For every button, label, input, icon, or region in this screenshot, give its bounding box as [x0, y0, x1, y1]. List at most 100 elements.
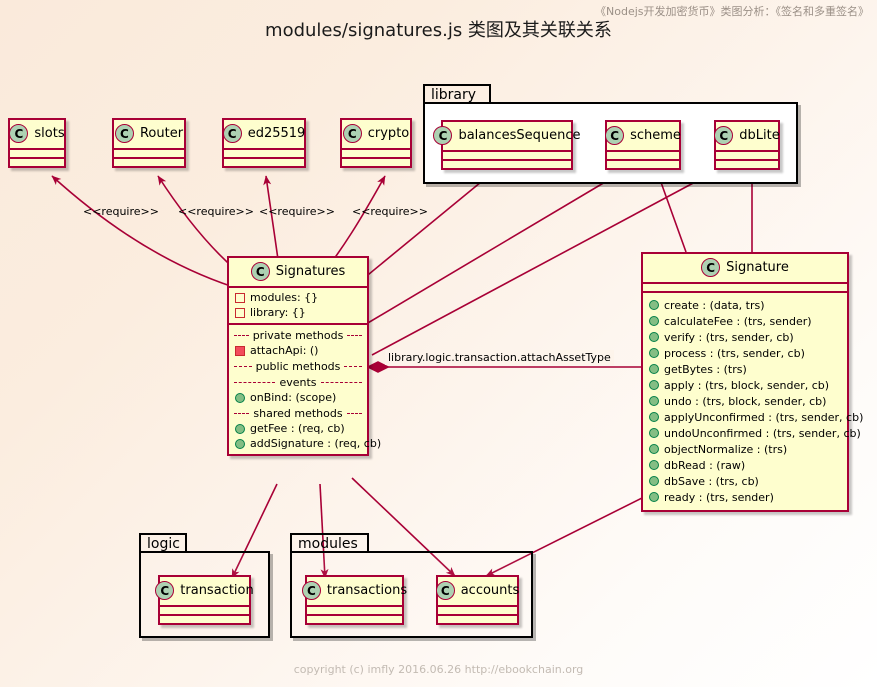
- class-router-title: C Router: [114, 120, 184, 148]
- operations-compartment: [160, 616, 249, 623]
- operations-compartment: [443, 161, 571, 168]
- divider-line: [347, 334, 363, 336]
- method-label: objectNormalize : (trs): [664, 442, 788, 456]
- operations-compartment: [10, 159, 64, 166]
- attribute-row: modules: {}: [229, 290, 367, 305]
- method-label: undo : (trs, block, sender, cb): [664, 394, 827, 408]
- class-transactions[interactable]: C transactions: [301, 575, 407, 625]
- package-logic-tab: logic: [139, 533, 187, 553]
- class-transaction[interactable]: C transaction: [155, 575, 254, 625]
- package-modules-tab: modules: [290, 533, 369, 553]
- class-signatures-name: Signatures: [275, 264, 346, 279]
- class-slots-name: slots: [34, 126, 65, 141]
- operations-compartment: [438, 616, 517, 623]
- method-label: attachApi: (): [250, 344, 319, 357]
- class-balancessequence[interactable]: C balancesSequence: [433, 120, 581, 170]
- method-label: getFee : (req, cb): [250, 422, 345, 435]
- class-signatures-title: C Signatures: [229, 258, 367, 286]
- class-transaction-title: C transaction: [155, 577, 254, 605]
- class-signatures[interactable]: C Signatures modules: {} library: {} pri…: [227, 256, 381, 456]
- public-visibility-icon: [235, 392, 245, 403]
- attributes-compartment: [716, 152, 778, 159]
- method-row: applyUnconfirmed : (trs, sender, cb): [643, 409, 863, 425]
- operations-compartment: [607, 161, 679, 168]
- class-signature-title: C Signature: [643, 254, 847, 282]
- method-label: onBind: (scope): [250, 391, 337, 404]
- group-divider-shared-methods: shared methods: [229, 405, 367, 421]
- method-label: calculateFee : (trs, sender): [664, 314, 812, 328]
- divider-label: private methods: [252, 328, 344, 342]
- signature-attributes-compartment: [643, 284, 847, 291]
- divider-line: [234, 381, 276, 383]
- method-row: objectNormalize : (trs): [643, 441, 847, 457]
- public-visibility-icon: [649, 460, 659, 470]
- class-slots-title: C slots: [9, 120, 65, 148]
- public-visibility-icon: [649, 300, 659, 310]
- class-crypto-title: C crypto: [342, 120, 410, 148]
- method-label: undoUnconfirmed : (trs, sender, cb): [664, 426, 861, 440]
- divider-line: [344, 365, 362, 367]
- public-visibility-icon: [649, 380, 659, 390]
- page-title: modules/signatures.js 类图及其关联关系: [265, 20, 612, 41]
- class-dblite[interactable]: C dbLite: [714, 120, 780, 170]
- class-icon: C: [250, 262, 270, 281]
- method-row: onBind: (scope): [229, 390, 367, 405]
- method-row: dbSave : (trs, cb): [643, 473, 847, 489]
- method-row: attachApi: (): [229, 343, 367, 358]
- class-transactions-name: transactions: [326, 583, 408, 598]
- class-balancessequence-title: C balancesSequence: [433, 122, 581, 150]
- public-visibility-icon: [649, 332, 659, 342]
- divider-label: public methods: [255, 359, 341, 373]
- class-scheme-name: scheme: [630, 128, 681, 143]
- group-divider-private-methods: private methods: [229, 327, 367, 343]
- signatures-operations-compartment: private methods attachApi: () public met…: [229, 325, 381, 454]
- group-divider-public-methods: public methods: [229, 358, 367, 374]
- class-transactions-title: C transactions: [301, 577, 407, 605]
- class-accounts[interactable]: C accounts: [435, 575, 520, 625]
- class-accounts-name: accounts: [460, 583, 520, 598]
- class-router-name: Router: [139, 126, 184, 141]
- operations-compartment: [307, 616, 402, 623]
- public-visibility-icon: [649, 444, 659, 454]
- attribute-label: library: {}: [250, 306, 306, 319]
- class-icon: C: [605, 126, 625, 145]
- method-row: getFee : (req, cb): [229, 421, 367, 436]
- class-icon: C: [301, 581, 321, 600]
- operations-compartment: [716, 161, 778, 168]
- package-library-label: library: [431, 87, 477, 103]
- attributes-compartment: [224, 150, 304, 157]
- class-ed25519[interactable]: C ed25519: [222, 118, 306, 168]
- method-label: applyUnconfirmed : (trs, sender, cb): [664, 410, 864, 424]
- method-row: undo : (trs, block, sender, cb): [643, 393, 847, 409]
- signatures-attributes-compartment: modules: {} library: {}: [229, 288, 367, 323]
- class-icon: C: [435, 581, 455, 600]
- class-balancessequence-name: balancesSequence: [458, 128, 581, 143]
- class-scheme[interactable]: C scheme: [605, 120, 681, 170]
- method-label: ready : (trs, sender): [664, 490, 774, 504]
- package-visibility-icon: [235, 307, 245, 318]
- attributes-compartment: [10, 150, 64, 157]
- operations-compartment: [224, 159, 304, 166]
- public-visibility-icon: [235, 438, 245, 449]
- public-visibility-icon: [649, 348, 659, 358]
- package-visibility-icon: [235, 292, 245, 303]
- class-icon: C: [114, 124, 134, 143]
- class-router[interactable]: C Router: [112, 118, 186, 168]
- public-visibility-icon: [649, 492, 659, 502]
- class-crypto[interactable]: C crypto: [340, 118, 412, 168]
- class-slots[interactable]: C slots: [8, 118, 66, 168]
- edge-label-require-crypto: <<require>>: [352, 205, 428, 218]
- divider-line: [234, 334, 249, 336]
- class-scheme-title: C scheme: [605, 122, 681, 150]
- method-row: dbRead : (raw): [643, 457, 847, 473]
- class-crypto-name: crypto: [367, 126, 410, 141]
- method-row: ready : (trs, sender): [643, 489, 847, 505]
- attributes-compartment: [443, 152, 571, 159]
- edge-label-require-slots: <<require>>: [83, 205, 159, 218]
- arrow-signatures-slots: [51, 175, 244, 291]
- divider-line: [234, 365, 252, 367]
- method-row: create : (data, trs): [643, 297, 847, 313]
- method-row: calculateFee : (trs, sender): [643, 313, 847, 329]
- class-signature[interactable]: C Signature create : (data, trs) calcula…: [641, 252, 863, 512]
- attributes-compartment: [342, 150, 410, 157]
